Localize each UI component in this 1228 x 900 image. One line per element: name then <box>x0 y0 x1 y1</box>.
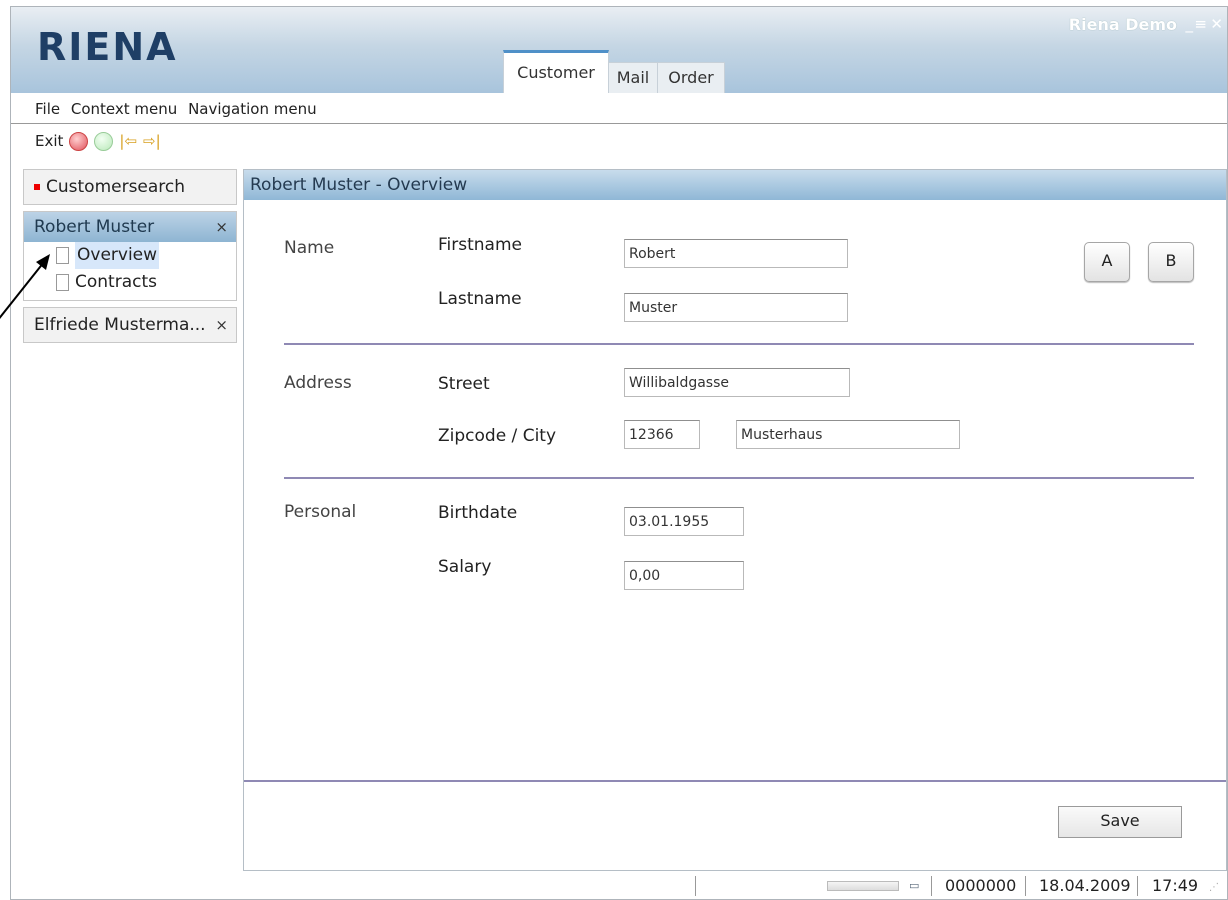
customersearch-label: Customersearch <box>46 177 186 197</box>
save-button[interactable]: Save <box>1058 806 1182 838</box>
divider <box>244 780 1226 782</box>
overview-view: Robert Muster - Overview Name Firstname … <box>243 169 1227 871</box>
zipcode-field[interactable] <box>624 420 700 449</box>
close-module-icon[interactable]: × <box>215 212 228 242</box>
resize-grip-icon[interactable]: ⋰ <box>1209 875 1219 899</box>
module-title: Robert Muster <box>34 217 155 237</box>
riena-logo: RIENA <box>37 25 178 69</box>
app-window: RIENA Riena Demo _ ≡ ✕ Customer Mail Ord… <box>10 6 1228 900</box>
contracts-label: Contracts <box>75 272 157 292</box>
menu-bar: File Context menu Navigation menu <box>11 97 1227 124</box>
status-divider <box>931 876 932 896</box>
street-field[interactable] <box>624 368 850 397</box>
module-header-robert[interactable]: Robert Muster × <box>24 212 236 242</box>
tab-order[interactable]: Order <box>657 62 725 93</box>
lastname-label: Lastname <box>438 289 522 309</box>
divider <box>284 343 1194 345</box>
maximize-button[interactable]: ≡ <box>1194 15 1207 33</box>
section-personal: Personal <box>284 502 357 522</box>
window-title: Riena Demo <box>1068 15 1177 34</box>
red-circle-icon[interactable] <box>69 131 89 151</box>
firstname-field[interactable] <box>624 239 848 268</box>
section-name: Name <box>284 238 335 258</box>
birthdate-label: Birthdate <box>438 503 518 523</box>
green-circle-icon[interactable] <box>94 131 114 151</box>
close-module-icon[interactable]: × <box>215 308 228 342</box>
city-field[interactable] <box>736 420 960 449</box>
tab-customer[interactable]: Customer <box>503 50 609 93</box>
tab-mail[interactable]: Mail <box>608 62 658 93</box>
street-label: Street <box>438 374 490 394</box>
status-number: 0000000 <box>945 876 1017 895</box>
header-banner: RIENA Riena Demo _ ≡ ✕ Customer Mail Ord… <box>11 7 1227 93</box>
forward-arrow-icon[interactable]: ⇨| <box>143 129 161 153</box>
pointer-arrow-icon <box>0 254 50 320</box>
salary-field[interactable] <box>624 561 744 590</box>
divider <box>284 477 1194 479</box>
back-arrow-icon[interactable]: |⇦ <box>119 129 137 153</box>
firstname-label: Firstname <box>438 235 522 255</box>
window-icon[interactable]: ▭ <box>909 873 919 899</box>
zip-city-label: Zipcode / City <box>438 426 557 446</box>
status-divider <box>1025 876 1026 896</box>
lastname-field[interactable] <box>624 293 848 322</box>
a-button[interactable]: A <box>1084 242 1130 282</box>
overview-label: Overview <box>75 242 160 269</box>
status-date: 18.04.2009 <box>1039 876 1131 895</box>
section-address: Address <box>284 373 352 393</box>
exit-button[interactable]: Exit <box>35 129 63 153</box>
birthdate-field[interactable] <box>624 507 744 536</box>
red-square-icon <box>34 184 40 190</box>
sidebar-item-customersearch[interactable]: Customersearch <box>23 169 237 205</box>
minimize-button[interactable]: _ <box>1186 15 1194 33</box>
menu-context[interactable]: Context menu <box>71 100 177 118</box>
view-title: Robert Muster - Overview <box>244 170 1226 200</box>
b-button[interactable]: B <box>1148 242 1194 282</box>
progress-bar <box>827 881 899 891</box>
close-window-button[interactable]: ✕ <box>1210 15 1223 33</box>
status-time: 17:49 <box>1152 876 1199 895</box>
toolbar: Exit |⇦ ⇨| <box>35 129 161 153</box>
salary-label: Salary <box>438 557 492 577</box>
menu-file[interactable]: File <box>35 100 60 118</box>
status-bar: ▭ 0000000 18.04.2009 17:49 ⋰ <box>11 873 1227 899</box>
status-divider <box>695 876 696 896</box>
status-divider <box>1137 876 1138 896</box>
menu-navigation[interactable]: Navigation menu <box>188 100 317 118</box>
